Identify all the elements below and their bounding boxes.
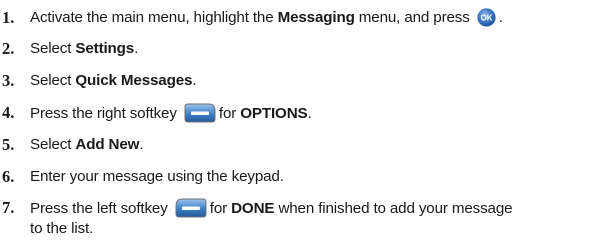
right-softkey-icon xyxy=(184,103,216,123)
step-5: 5. Select Add New. xyxy=(0,135,599,155)
step-number: 3. xyxy=(2,71,15,90)
step-7: 7. Press the left softkey for DONE when … xyxy=(0,198,599,239)
step-text: Press the left softkey for DONE when fin… xyxy=(30,198,513,237)
step-number: 5. xyxy=(2,135,15,154)
step-text: Activate the main menu, highlight the Me… xyxy=(30,8,503,27)
step-number: 4. xyxy=(2,103,15,122)
step-number: 1. xyxy=(2,8,15,27)
svg-text:OK: OK xyxy=(480,14,492,23)
step-number: 2. xyxy=(2,39,15,58)
ok-button-icon: OK xyxy=(477,8,496,27)
step-text: Enter your message using the keypad. xyxy=(30,168,284,185)
step-text: Select Quick Messages. xyxy=(30,72,197,89)
step-6: 6. Enter your message using the keypad. xyxy=(0,167,599,187)
left-softkey-icon xyxy=(175,198,207,218)
step-text: Select Add New. xyxy=(30,136,144,153)
step-text: Select Settings. xyxy=(30,40,139,57)
step-3: 3. Select Quick Messages. xyxy=(0,71,599,91)
step-2: 2. Select Settings. xyxy=(0,39,599,59)
step-1: 1. Activate the main menu, highlight the… xyxy=(0,8,599,28)
step-4: 4. Press the right softkey for OPTIONS. xyxy=(0,103,599,124)
step-text: Press the right softkey for OPTIONS. xyxy=(30,103,312,123)
step-number: 6. xyxy=(2,167,15,186)
step-number: 7. xyxy=(2,198,15,217)
